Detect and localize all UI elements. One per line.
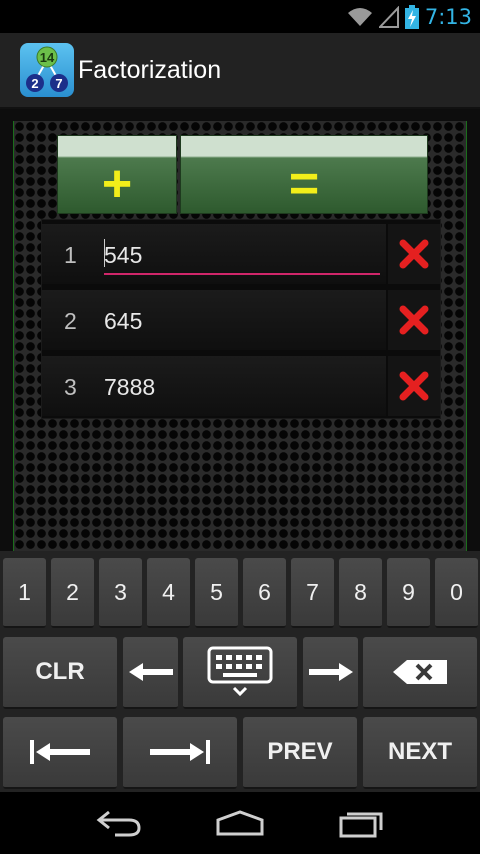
clear-button[interactable]: CLR (3, 637, 117, 709)
arrow-to-end-icon (150, 740, 210, 764)
battery-charging-icon (404, 4, 419, 29)
delete-x-icon (399, 305, 429, 335)
key-2[interactable]: 2 (51, 558, 94, 628)
key-8[interactable]: 8 (339, 558, 382, 628)
delete-button[interactable] (388, 356, 440, 416)
key-1[interactable]: 1 (3, 558, 46, 628)
perforated-panel: + = 1 545 2 645 3 7888 (13, 121, 467, 551)
number-list: 1 545 2 645 3 7888 (41, 219, 441, 419)
list-item: 1 545 (42, 222, 442, 286)
number-field[interactable]: 2 645 (42, 290, 386, 350)
cursor-left-button[interactable] (123, 637, 178, 709)
hide-keyboard-button[interactable] (183, 637, 297, 709)
list-item: 3 7888 (42, 354, 442, 418)
keyboard-icon (207, 646, 273, 697)
arrow-right-icon (308, 663, 353, 681)
navigation-bar (0, 792, 480, 854)
arrow-to-start-icon (30, 740, 90, 764)
prev-button[interactable]: PREV (243, 717, 357, 789)
delete-x-icon (399, 371, 429, 401)
status-bar: 7:13 (0, 0, 480, 33)
factorize-button[interactable]: = (180, 135, 428, 214)
backspace-button[interactable] (363, 637, 477, 709)
cursor-end-button[interactable] (123, 717, 237, 789)
backspace-icon (393, 660, 447, 684)
clock: 7:13 (424, 4, 472, 29)
app-icon[interactable]: 14 2 7 (20, 43, 74, 97)
add-entry-button[interactable]: + (57, 135, 177, 214)
arrow-left-icon (128, 663, 173, 681)
delete-button[interactable] (388, 290, 440, 350)
row-index: 3 (64, 374, 77, 400)
number-value: 7888 (104, 374, 156, 400)
recent-apps-icon[interactable] (337, 808, 385, 838)
key-6[interactable]: 6 (243, 558, 286, 628)
home-icon[interactable] (214, 808, 266, 838)
key-9[interactable]: 9 (387, 558, 430, 628)
key-3[interactable]: 3 (99, 558, 142, 628)
key-5[interactable]: 5 (195, 558, 238, 628)
cursor-home-button[interactable] (3, 717, 117, 789)
app-icon-number-right: 7 (55, 76, 62, 91)
action-button-row: + = (57, 135, 428, 214)
app-icon-number-top: 14 (40, 50, 55, 65)
row-index: 1 (64, 242, 77, 268)
number-field[interactable]: 3 7888 (42, 356, 386, 416)
number-field[interactable]: 1 545 (42, 224, 386, 284)
delete-x-icon (399, 239, 429, 269)
signal-icon (378, 5, 399, 28)
number-value: 545 (104, 242, 143, 268)
back-icon[interactable] (95, 808, 143, 838)
number-value: 645 (104, 308, 143, 334)
key-4[interactable]: 4 (147, 558, 190, 628)
delete-button[interactable] (388, 224, 440, 284)
key-7[interactable]: 7 (291, 558, 334, 628)
action-bar: 14 2 7 Factorization (0, 33, 480, 109)
key-0[interactable]: 0 (435, 558, 478, 628)
next-button[interactable]: NEXT (363, 717, 477, 789)
app-title: Factorization (78, 55, 222, 84)
wifi-icon (347, 7, 372, 26)
app-icon-number-left: 2 (31, 76, 38, 91)
active-field-underline (104, 273, 380, 275)
cursor-right-button[interactable] (303, 637, 358, 709)
main-content: + = 1 545 2 645 3 7888 (0, 109, 480, 551)
list-item: 2 645 (42, 288, 442, 352)
row-index: 2 (64, 308, 77, 334)
numeric-keyboard: 1 2 3 4 5 6 7 8 9 0 CLR PREV NEXT (0, 551, 480, 792)
